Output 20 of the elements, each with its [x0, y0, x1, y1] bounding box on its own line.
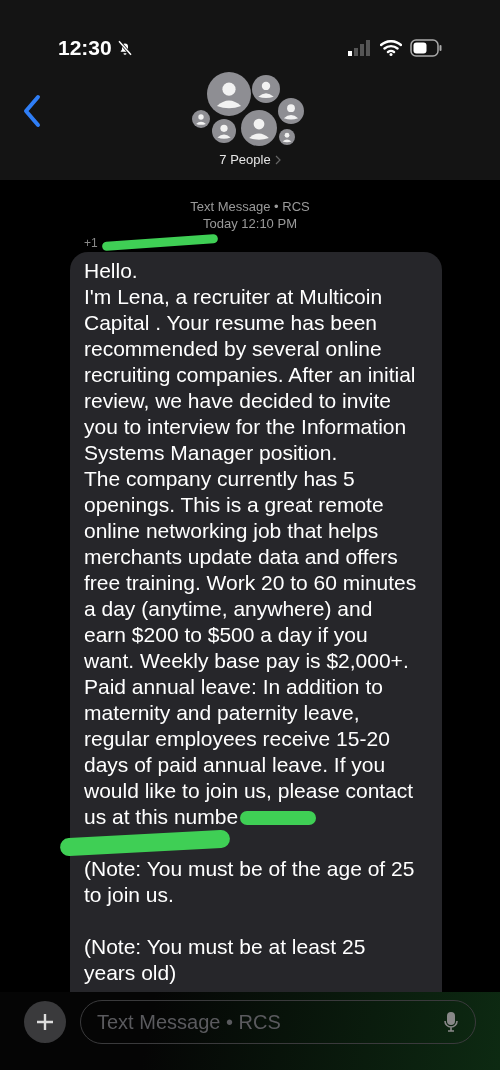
message-text: Hello. [84, 258, 138, 282]
message-input[interactable]: Text Message • RCS [80, 1000, 476, 1044]
wifi-icon [380, 40, 402, 56]
back-button[interactable] [22, 94, 42, 128]
signal-icon [348, 40, 372, 56]
message-text: The company currently has 5 openings. This is a great remote online networking job that helps merchants update data and offers free training. Work 20 to 60 minutes a day (anytime, anywhere) and earn $200 to $500 a day if you want. Weekly base pay is $2,000+. Paid annual leave: In addition to maternity and paternity leave, regular employees receive 15-20 days of paid annual leave. If you would like to join us, please contact us at this numbe [84, 466, 417, 828]
microphone-icon[interactable] [444, 1011, 458, 1033]
chevron-left-icon [22, 94, 42, 128]
message-text: (Note: You must be of the age of 25 to join us. [84, 855, 416, 908]
battery-icon [410, 39, 442, 57]
sender-number: +1 [84, 234, 98, 252]
service-label: Text Message • RCS [190, 197, 310, 215]
group-title[interactable]: 7 People [219, 150, 281, 170]
chevron-right-icon [274, 154, 281, 165]
message-timestamp: Today 12:10 PM [203, 214, 297, 232]
message-text: (Note: You must be at least 25 years old) [84, 934, 366, 984]
message-text: I'm Lena, a recruiter at Multicoin Capital . Your resume has been recommended by several online recruiting companies. After an initial review, we have decided to invite you to interview for the Information Systems Manager position. [84, 284, 416, 464]
add-button[interactable] [24, 1001, 66, 1043]
plus-icon [36, 1013, 54, 1031]
status-time: 12:30 [58, 35, 112, 62]
